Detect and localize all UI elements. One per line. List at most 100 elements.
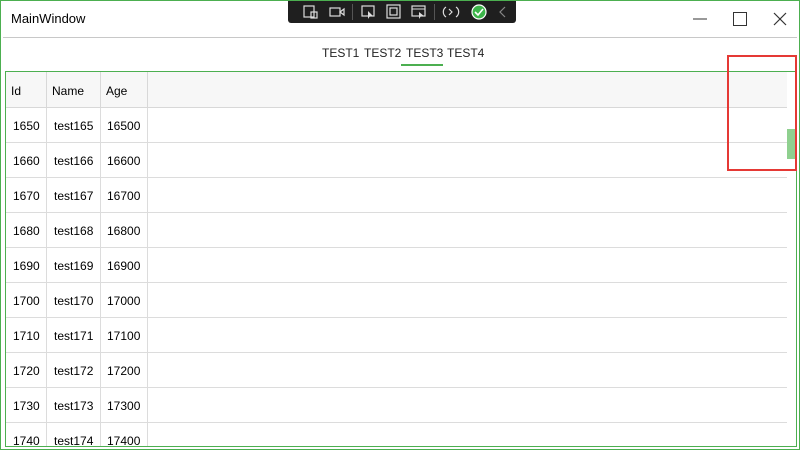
cell-id[interactable]: 1690	[6, 248, 47, 282]
cell-id[interactable]: 1720	[6, 353, 47, 387]
cell-text: 1680	[13, 224, 40, 238]
close-button[interactable]	[757, 1, 800, 37]
cell-text: 17300	[107, 399, 141, 413]
column-header-age[interactable]: Age	[101, 72, 148, 107]
cell-text: 17400	[107, 434, 141, 447]
table-row[interactable]: 1740 test174 17400	[6, 423, 787, 447]
cell-text: 17000	[107, 294, 141, 308]
layout-icon[interactable]	[410, 4, 428, 20]
cell-text: 17100	[107, 329, 141, 343]
cell-text: 1740	[13, 434, 40, 447]
cell-text: 1710	[13, 329, 40, 343]
cell-age[interactable]: 16700	[101, 178, 148, 212]
cell-text: test168	[54, 224, 94, 238]
tab-test2[interactable]: TEST2	[364, 46, 401, 60]
cell-text: test174	[54, 434, 94, 447]
cell-age[interactable]: 17100	[101, 318, 148, 352]
column-header-name[interactable]: Name	[47, 72, 101, 107]
cell-name[interactable]: test169	[47, 248, 101, 282]
cell-name[interactable]: test166	[47, 143, 101, 177]
scrollbar-thumb[interactable]	[787, 129, 796, 159]
cell-text: test173	[54, 399, 94, 413]
cell-text: test172	[54, 364, 94, 378]
table-row[interactable]: 1660 test166 16600	[6, 143, 787, 178]
cell-name[interactable]: test172	[47, 353, 101, 387]
table-row[interactable]: 1700 test170 17000	[6, 283, 787, 318]
tab-test1[interactable]: TEST1	[322, 46, 359, 60]
maximize-icon	[733, 12, 747, 26]
window-title: MainWindow	[11, 11, 86, 26]
column-header-label: Age	[106, 84, 128, 98]
video-icon[interactable]	[328, 4, 346, 20]
cell-text: 1660	[13, 154, 40, 168]
check-icon[interactable]	[470, 4, 488, 20]
cell-age[interactable]: 17300	[101, 388, 148, 422]
column-header-row: Id Name Age	[6, 72, 787, 108]
title-divider	[3, 37, 797, 38]
cell-text: test171	[54, 329, 94, 343]
tab-test3[interactable]: TEST3	[406, 46, 443, 60]
cell-text: 1720	[13, 364, 40, 378]
cell-text: 1670	[13, 189, 40, 203]
cell-id[interactable]: 1730	[6, 388, 47, 422]
cell-text: test166	[54, 154, 94, 168]
cell-text: 1690	[13, 259, 40, 273]
minimize-icon	[693, 18, 707, 20]
cell-text: 16600	[107, 154, 141, 168]
selected-tab-indicator	[401, 64, 443, 66]
column-header-label: Name	[52, 84, 85, 98]
cell-name[interactable]: test168	[47, 213, 101, 247]
close-icon	[773, 12, 787, 26]
cell-text: test169	[54, 259, 94, 273]
table-row[interactable]: 1720 test172 17200	[6, 353, 787, 388]
column-header-filler	[148, 72, 729, 107]
cell-age[interactable]: 17000	[101, 283, 148, 317]
cell-age[interactable]: 16500	[101, 108, 148, 142]
table-row[interactable]: 1670 test167 16700	[6, 178, 787, 213]
cell-text: test170	[54, 294, 94, 308]
pointer-icon[interactable]	[360, 4, 378, 20]
cell-name[interactable]: test165	[47, 108, 101, 142]
table-row[interactable]: 1730 test173 17300	[6, 388, 787, 423]
cell-age[interactable]: 16800	[101, 213, 148, 247]
data-grid[interactable]: Id Name Age 1650 test165 16500 1660 test166 1…	[5, 71, 797, 447]
cell-age[interactable]: 17400	[101, 423, 148, 447]
cell-text: 16800	[107, 224, 141, 238]
table-row[interactable]: 1680 test168 16800	[6, 213, 787, 248]
cell-name[interactable]: test174	[47, 423, 101, 447]
cell-text: test167	[54, 189, 94, 203]
grid-rows: 1650 test165 16500 1660 test166 16600 1670 test…	[6, 108, 787, 447]
cell-text: 17200	[107, 364, 141, 378]
debug-toolbar	[288, 1, 516, 23]
cell-id[interactable]: 1660	[6, 143, 47, 177]
cell-age[interactable]: 16900	[101, 248, 148, 282]
cell-id[interactable]: 1700	[6, 283, 47, 317]
cell-name[interactable]: test173	[47, 388, 101, 422]
collapse-chevron-icon[interactable]	[494, 4, 512, 20]
cell-id[interactable]: 1670	[6, 178, 47, 212]
cell-id[interactable]: 1650	[6, 108, 47, 142]
cell-text: 1730	[13, 399, 40, 413]
table-row[interactable]: 1690 test169 16900	[6, 248, 787, 283]
cell-text: 1650	[13, 119, 40, 133]
hot-reload-icon[interactable]	[442, 4, 460, 20]
table-row[interactable]: 1650 test165 16500	[6, 108, 787, 143]
cell-id[interactable]: 1710	[6, 318, 47, 352]
cell-text: 1700	[13, 294, 40, 308]
tab-test4[interactable]: TEST4	[447, 46, 484, 60]
column-header-id[interactable]: Id	[6, 72, 47, 107]
vertical-scrollbar[interactable]	[787, 72, 796, 446]
cell-name[interactable]: test170	[47, 283, 101, 317]
cell-text: 16500	[107, 119, 141, 133]
cell-name[interactable]: test171	[47, 318, 101, 352]
main-window: MainWindow TEST1 TEST2 TEST3 TEST4 Id Na…	[0, 0, 800, 450]
frame-icon[interactable]	[385, 4, 403, 20]
cell-name[interactable]: test167	[47, 178, 101, 212]
select-element-icon[interactable]	[302, 4, 320, 20]
cell-age[interactable]: 17200	[101, 353, 148, 387]
cell-age[interactable]: 16600	[101, 143, 148, 177]
column-header-label: Id	[11, 84, 22, 98]
cell-id[interactable]: 1680	[6, 213, 47, 247]
table-row[interactable]: 1710 test171 17100	[6, 318, 787, 353]
cell-id[interactable]: 1740	[6, 423, 47, 447]
